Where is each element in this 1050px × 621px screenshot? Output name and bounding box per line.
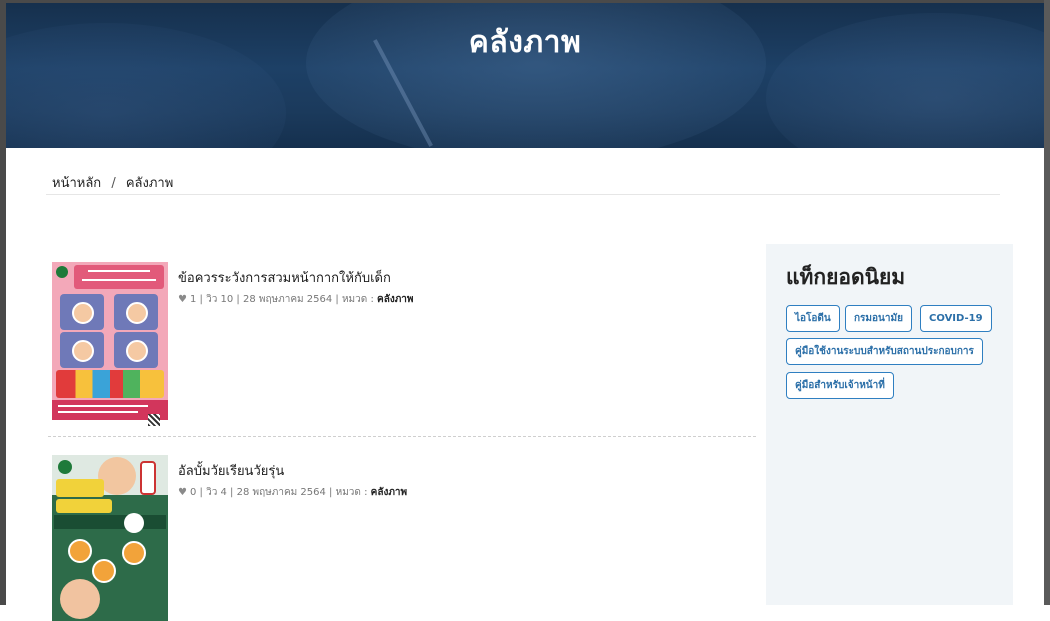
page-header-banner: คลังภาพ [6,3,1044,148]
tag-department-of-health[interactable]: กรมอนามัย [845,305,912,332]
post-category-label: หมวด : [335,487,368,498]
post-title[interactable]: อัลบั้มวัยเรียนวัยรุ่น [178,460,284,481]
post-meta: ♥ 1 | วิว 10 | 28 พฤษภาคม 2564 | หมวด : ค… [178,294,414,305]
breadcrumb: หน้าหลัก / คลังภาพ [52,172,173,193]
post-thumbnail[interactable] [52,455,168,621]
post-category-link[interactable]: คลังภาพ [371,487,408,498]
sidebar-title: แท็กยอดนิยม [786,265,906,289]
post-category-label: หมวด : [341,294,374,305]
post-date: 28 พฤษภาคม 2564 [242,294,333,305]
breadcrumb-current: คลังภาพ [125,176,174,191]
breadcrumb-separator: / [111,176,116,191]
bottle-illustration [140,461,156,495]
page-title: คลังภาพ [468,25,582,60]
post-views-label: วิว [206,487,218,498]
heart-icon: ♥ [178,487,187,498]
breadcrumb-divider [46,194,1000,195]
qr-code-icon [148,414,160,426]
post-meta: ♥ 0 | วิว 4 | 28 พฤษภาคม 2564 | หมวด : คล… [178,487,408,498]
post-divider [48,436,756,437]
post-category-link[interactable]: คลังภาพ [377,294,414,305]
child-illustration [126,340,148,362]
tag-iodine[interactable]: ไอโอดีน [786,305,840,332]
child-illustration [126,302,148,324]
tag-covid-19[interactable]: COVID-19 [920,305,992,332]
mother-illustration [60,579,100,619]
poster-food-icon [92,559,116,583]
child-illustration [72,340,94,362]
poster-headline [56,499,112,513]
post-thumbnail[interactable] [52,262,168,428]
poster-food-icon [68,539,92,563]
poster-number-badge [124,513,144,533]
breadcrumb-home-link[interactable]: หน้าหลัก [52,176,101,191]
popular-tags-sidebar: แท็กยอดนิยม ไอโอดีน กรมอนามัย COVID-19 ค… [766,244,1013,605]
agency-logo [56,266,68,278]
post-views-label: วิว [206,294,218,305]
agency-logo [58,460,72,474]
window-frame-right [1044,0,1050,605]
post-views: 10 [220,294,234,305]
child-illustration [72,302,94,324]
poster-food-icon [122,541,146,565]
tag-staff-manual[interactable]: คู่มือสำหรับเจ้าหน้าที่ [786,372,894,399]
heart-icon: ♥ [178,294,187,305]
poster-header [74,265,164,289]
tag-business-system-manual[interactable]: คู่มือใช้งานระบบสำหรับสถานประกอบการ [786,338,983,365]
post-date: 28 พฤษภาคม 2564 [236,487,326,498]
toys-illustration [56,370,164,398]
poster-subheadline [54,515,166,529]
post-title[interactable]: ข้อควรระวังการสวมหน้ากากให้กับเด็ก [178,267,391,288]
poster-headline [56,479,104,497]
